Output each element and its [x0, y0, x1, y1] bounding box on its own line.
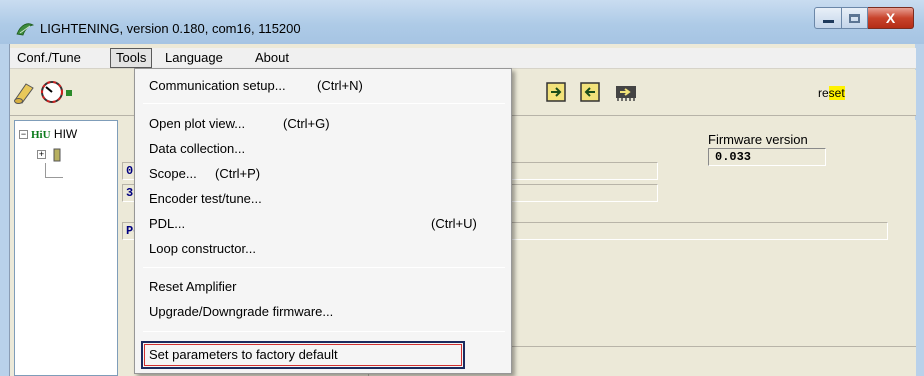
toolbar-indicator — [66, 90, 72, 96]
menu-item-communication-setup[interactable]: Communication setup... — [149, 75, 286, 97]
menu-separator — [143, 331, 505, 332]
minimize-icon — [822, 19, 834, 23]
app-window: LIGHTENING, version 0.180, com16, 115200… — [0, 0, 924, 376]
memory-chip-icon[interactable] — [614, 80, 638, 104]
device-tree[interactable]: − HiU HIW + — [14, 120, 118, 376]
reset-label-prefix: re — [818, 86, 829, 100]
upload-icon[interactable] — [578, 80, 602, 104]
menu-conf-tune[interactable]: Conf./Tune — [12, 48, 86, 68]
tools-dropdown-menu: Communication setup... (Ctrl+N) Open plo… — [134, 68, 512, 374]
menu-item-data-collection[interactable]: Data collection... — [149, 138, 245, 160]
menu-separator — [143, 267, 505, 268]
tree-root-label: HIW — [53, 127, 78, 141]
shortcut-ctrl-p: (Ctrl+P) — [215, 166, 261, 181]
shortcut-ctrl-n: (Ctrl+N) — [317, 78, 363, 93]
firmware-version-value: 0.033 — [708, 148, 826, 166]
menu-tools[interactable]: Tools — [110, 48, 153, 68]
shortcut-ctrl-u: (Ctrl+U) — [431, 216, 477, 231]
menu-item-upgrade-downgrade-firmware[interactable]: Upgrade/Downgrade firmware... — [149, 301, 333, 323]
menu-bar: Conf./Tune Tools Language About — [10, 48, 916, 69]
annotation-highlight-box — [141, 341, 465, 369]
menu-about[interactable]: About — [250, 48, 294, 68]
menu-item-reset-amplifier[interactable]: Reset Amplifier — [149, 276, 236, 298]
menu-item-pdl[interactable]: PDL... — [149, 213, 185, 235]
minimize-button[interactable] — [814, 7, 842, 29]
reset-label-highlight: set — [828, 86, 845, 100]
maximize-button[interactable] — [842, 7, 868, 29]
hiwin-logo: HiU — [31, 129, 51, 141]
firmware-version-label: Firmware version — [708, 132, 808, 147]
gauge-icon[interactable] — [40, 80, 64, 104]
close-icon: X — [885, 10, 896, 26]
title-bar[interactable]: LIGHTENING, version 0.180, com16, 115200… — [0, 0, 924, 44]
tree-line — [45, 163, 46, 177]
menu-language[interactable]: Language — [160, 48, 228, 68]
drive-icon — [53, 148, 61, 162]
reset-button[interactable]: reset — [818, 86, 845, 100]
motor-icon[interactable] — [12, 80, 36, 104]
window-controls: X — [814, 7, 914, 29]
maximize-icon — [849, 13, 860, 23]
close-button[interactable]: X — [868, 7, 914, 29]
menu-item-encoder-test-tune[interactable]: Encoder test/tune... — [149, 188, 262, 210]
menu-item-scope[interactable]: Scope... — [149, 163, 197, 185]
menu-separator — [143, 103, 505, 104]
tree-line — [45, 177, 63, 178]
window-title: LIGHTENING, version 0.180, com16, 115200 — [40, 21, 301, 36]
tree-child[interactable]: + — [37, 147, 62, 162]
download-icon[interactable] — [544, 80, 568, 104]
app-logo-icon — [16, 23, 34, 36]
menu-item-open-plot-view[interactable]: Open plot view... — [149, 113, 245, 135]
menu-item-loop-constructor[interactable]: Loop constructor... — [149, 238, 256, 260]
shortcut-ctrl-g: (Ctrl+G) — [283, 116, 330, 131]
tree-root[interactable]: − HiU HIW — [19, 127, 77, 141]
collapse-icon[interactable]: − — [19, 130, 28, 140]
expand-icon[interactable]: + — [37, 150, 46, 160]
